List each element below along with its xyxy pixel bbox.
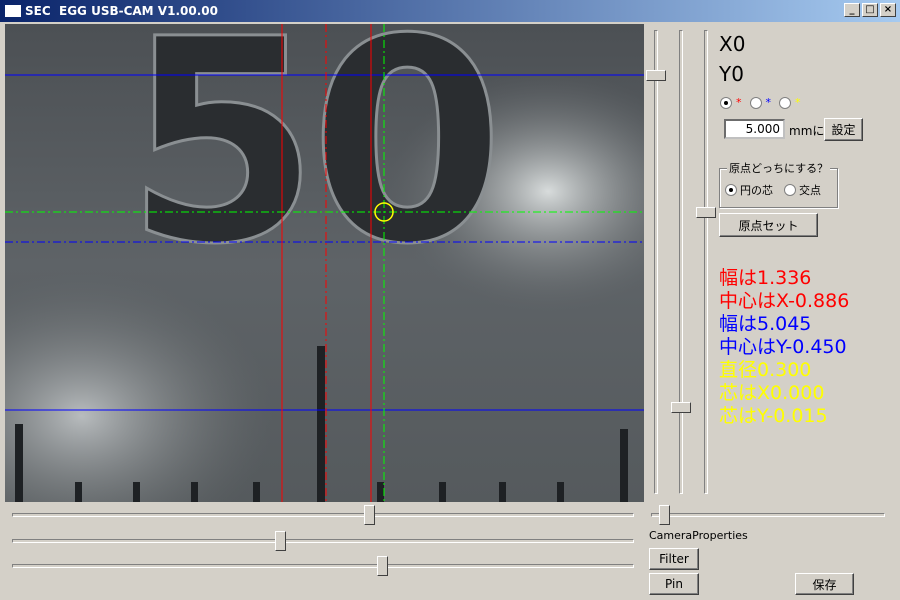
set-origin-button[interactable]: 原点セット <box>719 213 818 237</box>
app-icon <box>5 5 21 17</box>
origin-option-circle-label: 円の芯 <box>740 184 773 197</box>
color-star-red: * <box>736 96 742 109</box>
vertical-slider-2[interactable] <box>671 30 691 494</box>
horizontal-slider-2-thumb[interactable] <box>275 531 286 551</box>
result-center-y: 中心はY-0.450 <box>719 336 847 358</box>
origin-radio-circle[interactable] <box>725 184 737 196</box>
result-core-x: 芯はX0.000 <box>719 382 825 404</box>
color-radio-blue[interactable] <box>749 96 762 109</box>
vertical-slider-2-thumb[interactable] <box>671 402 691 413</box>
set-scale-button[interactable]: 設定 <box>824 118 863 141</box>
camera-view[interactable]: 50 <box>5 24 644 502</box>
result-width-y: 幅は5.045 <box>719 313 812 335</box>
origin-option-cross[interactable]: 交点 <box>784 182 821 198</box>
save-button[interactable]: 保存 <box>795 573 854 595</box>
horizontal-slider-4[interactable] <box>651 505 885 525</box>
origin-option-cross-label: 交点 <box>799 184 821 197</box>
origin-radio-cross[interactable] <box>784 184 796 196</box>
filter-button[interactable]: Filter <box>649 548 699 570</box>
horizontal-slider-3-thumb[interactable] <box>377 556 388 576</box>
origin-group-label: 原点どっちにする？ <box>727 160 831 176</box>
maximize-button[interactable]: □ <box>862 3 878 17</box>
camera-properties-label: CameraProperties <box>649 529 748 542</box>
color-radio-red[interactable] <box>720 96 732 109</box>
vertical-slider-3[interactable] <box>696 30 716 494</box>
result-diameter: 直径0.300 <box>719 359 812 381</box>
horizontal-slider-3[interactable] <box>12 556 634 576</box>
app-window: SEC EGG USB-CAM V1.00.00 _ □ × 50 X0 Y0 … <box>0 0 900 600</box>
horizontal-slider-2[interactable] <box>12 531 634 551</box>
color-radio-group: * * * <box>720 96 805 109</box>
result-width-x: 幅は1.336 <box>719 267 812 289</box>
horizontal-slider-1[interactable] <box>12 505 634 525</box>
color-star-yellow: * <box>795 96 801 109</box>
camera-image: 50 <box>5 24 644 502</box>
ruler-digits: 50 <box>125 24 495 306</box>
scale-input[interactable]: 5.000 <box>724 119 785 139</box>
close-button[interactable]: × <box>880 3 896 17</box>
minimize-button[interactable]: _ <box>844 3 860 17</box>
color-radio-yellow[interactable] <box>779 96 791 109</box>
result-center-x: 中心はX-0.886 <box>719 290 850 312</box>
window-title: SEC EGG USB-CAM V1.00.00 <box>25 4 218 18</box>
result-core-y: 芯はY-0.015 <box>719 405 828 427</box>
vertical-slider-3-thumb[interactable] <box>696 207 716 218</box>
title-bar[interactable]: SEC EGG USB-CAM V1.00.00 _ □ × <box>0 0 900 22</box>
vertical-slider-1[interactable] <box>646 30 666 494</box>
x-readout: X0 <box>719 32 746 56</box>
color-star-blue: * <box>765 96 772 109</box>
measurement-results: 幅は1.336 中心はX-0.886 幅は5.045 中心はY-0.450 直径… <box>719 267 849 428</box>
horizontal-slider-1-thumb[interactable] <box>364 505 375 525</box>
scale-unit-label: mmに <box>789 124 825 138</box>
pin-button[interactable]: Pin <box>649 573 699 595</box>
y-readout: Y0 <box>719 62 744 86</box>
origin-option-circle[interactable]: 円の芯 <box>725 182 773 198</box>
horizontal-slider-4-thumb[interactable] <box>659 505 670 525</box>
vertical-slider-1-thumb[interactable] <box>646 70 666 81</box>
